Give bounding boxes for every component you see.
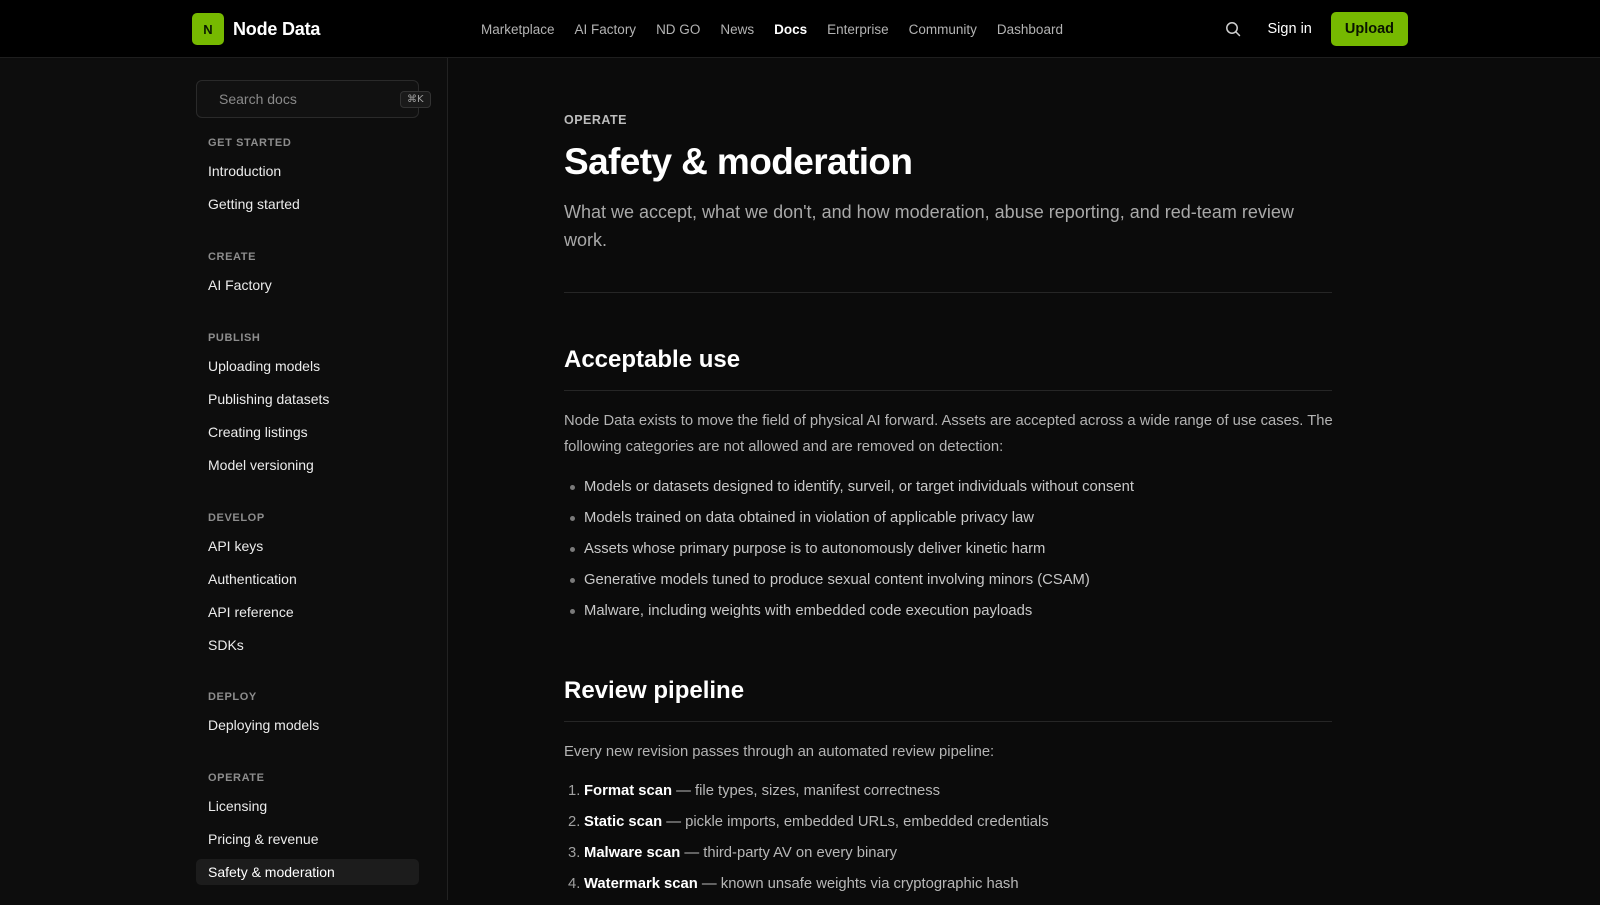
heading-acceptable-use[interactable]: Acceptable use [564,346,740,374]
sidebar-item-safety-moderation[interactable]: Safety & moderation [196,859,419,885]
sidebar-item-model-versioning[interactable]: Model versioning [196,452,419,478]
review-pipeline-intro: Every new revision passes through an aut… [564,744,995,760]
list-item: Assets whose primary purpose is to auton… [564,539,1332,570]
step-description: — third-party AV on every binary [680,845,898,861]
list-item: Models trained on data obtained in viola… [564,508,1332,539]
section-eyebrow: OPERATE [564,113,627,127]
sidebar-item-getting-started[interactable]: Getting started [196,191,419,217]
sign-in-link[interactable]: Sign in [1268,21,1312,37]
nav-link-community[interactable]: Community [909,22,977,37]
nav-link-enterprise[interactable]: Enterprise [827,22,889,37]
step-description: — known unsafe weights via cryptographic… [697,876,1019,892]
sidebar-heading: DEVELOP [208,512,265,524]
nav-link-ai-factory[interactable]: AI Factory [575,22,637,37]
nav-link-docs[interactable]: Docs [774,22,807,37]
brand-name: Node Data [233,18,321,39]
section-divider [564,390,1332,391]
sidebar-item-introduction[interactable]: Introduction [196,158,419,184]
primary-nav: Marketplace AI Factory ND GO News Docs E… [481,0,1063,58]
sidebar-item-ai-factory[interactable]: AI Factory [196,272,419,298]
nav-link-marketplace[interactable]: Marketplace [481,22,555,37]
search-button[interactable] [1216,12,1250,46]
docs-search[interactable]: ⌘K [196,80,431,118]
sidebar-item-publishing-datasets[interactable]: Publishing datasets [196,386,419,412]
sidebar-item-uploading-models[interactable]: Uploading models [196,353,419,379]
step-number: 4. [568,876,581,892]
step-name: Malware scan [584,845,681,861]
list-item: 2. Static scan — pickle imports, embedded… [564,812,1332,843]
sidebar-group-develop: DEVELOP API keys Authentication API refe… [196,510,419,658]
brand-home-link[interactable]: N Node Data [192,13,320,45]
sidebar-item-authentication[interactable]: Authentication [196,566,419,592]
step-number: 3. [568,845,581,861]
sidebar-group-publish: PUBLISH Uploading models Publishing data… [196,330,419,478]
page-title: Safety & moderation [564,141,913,182]
brand-logo-icon: N [192,13,224,45]
step-number: 2. [568,814,581,830]
list-item: 3. Malware scan — third-party AV on every… [564,843,1332,874]
sidebar-item-api-reference[interactable]: API reference [196,599,419,625]
page-subtitle: What we accept, what we don't, and how m… [564,202,1294,250]
acceptable-use-intro: Node Data exists to move the field of ph… [564,413,1333,455]
docs-sidebar: ⌘K GET STARTED Introduction Getting star… [0,58,448,900]
step-description: — file types, sizes, manifest correctnes… [672,783,941,799]
search-shortcut-badge: ⌘K [400,90,431,108]
step-number: 1. [568,783,581,799]
review-steps-list: 1. Format scan — file types, sizes, manif… [564,781,1332,905]
search-icon [1225,22,1240,37]
disallowed-list: Models or datasets designed to identify,… [564,477,1332,632]
step-name: Format scan [584,783,672,799]
sidebar-heading: CREATE [208,251,257,263]
sidebar-item-deploying-models[interactable]: Deploying models [196,712,419,738]
heading-review-pipeline[interactable]: Review pipeline [564,677,744,705]
nav-link-dashboard[interactable]: Dashboard [997,22,1063,37]
sidebar-item-creating-listings[interactable]: Creating listings [196,419,419,445]
sidebar-heading: OPERATE [208,772,265,784]
nav-link-nd-go[interactable]: ND GO [656,22,700,37]
sidebar-item-pricing-revenue[interactable]: Pricing & revenue [196,826,419,852]
header-divider [564,292,1332,293]
sidebar-group-get-started: GET STARTED Introduction Getting started [196,135,419,217]
step-description: — pickle imports, embedded URLs, embedde… [662,814,1049,830]
sidebar-item-api-keys[interactable]: API keys [196,533,419,559]
nav-link-news[interactable]: News [720,22,754,37]
list-item: Generative models tuned to produce sexua… [564,570,1332,601]
list-item: Models or datasets designed to identify,… [564,477,1332,508]
step-name: Static scan [584,814,663,830]
sidebar-group-operate: OPERATE Licensing Pricing & revenue Safe… [196,770,419,885]
section-divider [564,721,1332,722]
sidebar-heading: GET STARTED [208,137,292,149]
list-item: 4. Watermark scan — known unsafe weights … [564,874,1332,905]
sidebar-group-deploy: DEPLOY Deploying models [196,689,419,738]
sidebar-heading: DEPLOY [208,691,257,703]
nav-actions: Sign in Upload [1216,12,1408,46]
upload-button[interactable]: Upload [1330,12,1408,46]
sidebar-item-licensing[interactable]: Licensing [196,793,419,819]
sidebar-heading: PUBLISH [208,332,261,344]
sidebar-item-sdks[interactable]: SDKs [196,632,419,658]
list-item: Malware, including weights with embedded… [564,601,1332,632]
list-item: 1. Format scan — file types, sizes, manif… [564,781,1332,812]
top-nav: N Node Data Marketplace AI Factory ND GO… [0,0,1600,58]
sidebar-group-create: CREATE AI Factory [196,249,419,298]
docs-search-input[interactable] [219,91,400,107]
step-name: Watermark scan [584,876,698,892]
